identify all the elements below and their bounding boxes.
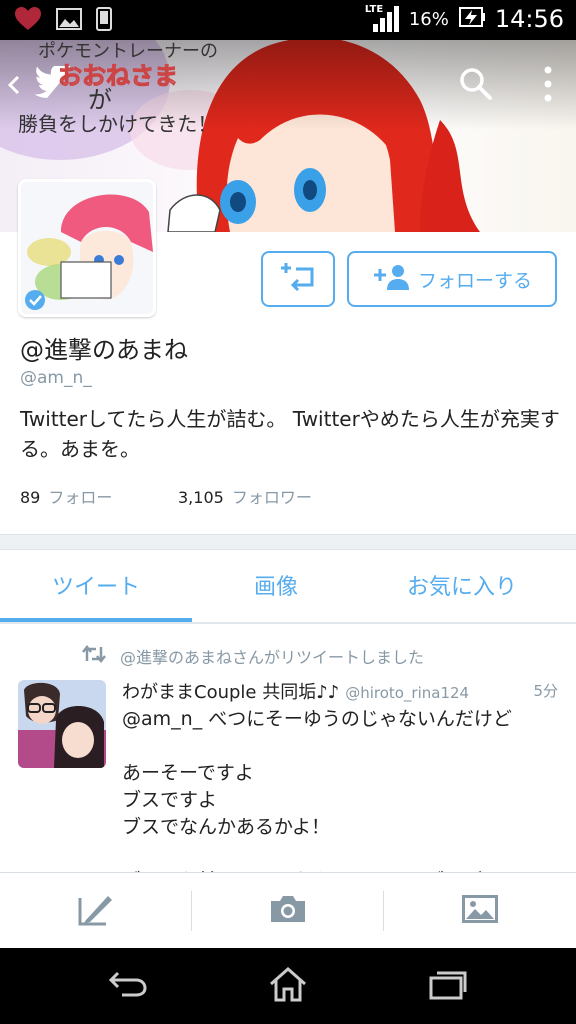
following-label: フォロー xyxy=(48,488,113,507)
search-icon[interactable] xyxy=(458,66,494,106)
composer-bar xyxy=(0,872,576,949)
tab-images[interactable]: 画像 xyxy=(180,549,372,621)
follow-counts: 89 フォロー 3,105 フォロワー xyxy=(20,484,312,508)
overflow-menu-icon[interactable] xyxy=(540,66,556,106)
status-bar: LTE 16% 14:56 xyxy=(0,0,576,40)
nav-back-icon xyxy=(108,969,148,1003)
tweet-avatar[interactable] xyxy=(18,680,106,768)
retweet-icon xyxy=(82,644,106,667)
tab-images-label: 画像 xyxy=(253,575,298,600)
tweet-author[interactable]: わがままCouple 共同垢♪♪ xyxy=(122,682,339,703)
profile-tabs: ツイート 画像 お気に入り xyxy=(0,549,576,621)
camera-button[interactable] xyxy=(192,873,384,949)
nav-home-icon xyxy=(268,966,308,1006)
compose-icon xyxy=(78,892,114,930)
image-icon xyxy=(56,8,82,34)
tweet-text: @am_n_ べつにそーゆうのじゃないんだけど あーそーですよ ブスですよ ブス… xyxy=(122,708,512,872)
clock: 14:56 xyxy=(494,5,564,33)
retweet-context: @進撃のあまねさんがリツイートしました xyxy=(82,644,424,668)
banner-text-line-1: ポケモントレーナーの xyxy=(38,41,218,62)
banner-text-line-4: 勝負をしかけてきた！ xyxy=(18,112,218,136)
phone-icon xyxy=(96,7,112,35)
profile-name: @進撃のあまね xyxy=(20,336,188,364)
tweet-header: わがままCouple 共同垢♪♪ @hiroto_rina124 5分 xyxy=(122,678,562,704)
tab-favorites-label: お気に入り xyxy=(406,575,517,600)
camera-icon xyxy=(269,894,307,928)
tab-tweets[interactable]: ツイート xyxy=(0,549,192,621)
tab-favorites[interactable]: お気に入り xyxy=(366,549,558,621)
retweet-add-button[interactable] xyxy=(261,251,335,307)
banner-text-line-3: が xyxy=(88,86,112,114)
tweet-time: 5分 xyxy=(533,682,558,700)
followers-link[interactable]: 3,105 フォロワー xyxy=(178,484,312,508)
system-nav-bar xyxy=(0,948,576,1024)
following-count: 89 xyxy=(20,488,41,507)
profile-handle: @am_n_ xyxy=(20,368,92,388)
heart-icon xyxy=(14,6,42,36)
followers-label: フォロワー xyxy=(231,488,312,507)
lte-signal-icon: LTE xyxy=(365,4,399,34)
banner-text: ポケモントレーナーの おおねさま が 勝負をしかけてきた！ xyxy=(18,40,218,136)
follow-button[interactable]: フォローする xyxy=(347,251,557,307)
tweet-item[interactable]: @進撃のあまねさんがリツイートしました わがままCouple 共同垢♪♪ @hir… xyxy=(0,624,576,872)
nav-home-button[interactable] xyxy=(238,948,338,1024)
tweet-username[interactable]: @hiroto_rina124 xyxy=(345,684,469,702)
following-link[interactable]: 89 フォロー xyxy=(20,488,112,507)
compose-button[interactable] xyxy=(0,873,192,949)
add-person-icon xyxy=(372,263,410,295)
battery-icon xyxy=(458,5,485,34)
banner-text-line-2: おおねさま xyxy=(58,62,179,90)
followers-count: 3,105 xyxy=(178,488,224,507)
section-divider xyxy=(0,534,576,550)
tab-tweets-label: ツイート xyxy=(51,575,140,600)
battery-percent: 16% xyxy=(408,8,449,30)
profile-avatar[interactable] xyxy=(18,179,156,317)
nav-recents-icon xyxy=(428,968,468,1004)
retweet-add-icon xyxy=(280,261,316,297)
gallery-button[interactable] xyxy=(384,873,576,949)
follow-label: フォローする xyxy=(417,269,532,292)
tweet-list: @進撃のあまねさんがリツイートしました わがままCouple 共同垢♪♪ @hir… xyxy=(0,624,576,872)
nav-recents-button[interactable] xyxy=(398,948,498,1024)
retweet-note: @進撃のあまねさんがリツイートしました xyxy=(120,648,425,667)
nav-back-button[interactable] xyxy=(78,948,178,1024)
profile-bio: Twitterしてたら人生が詰む。 Twitterやめたら人生が充実する。あまを… xyxy=(20,407,560,461)
gallery-icon xyxy=(462,895,498,927)
